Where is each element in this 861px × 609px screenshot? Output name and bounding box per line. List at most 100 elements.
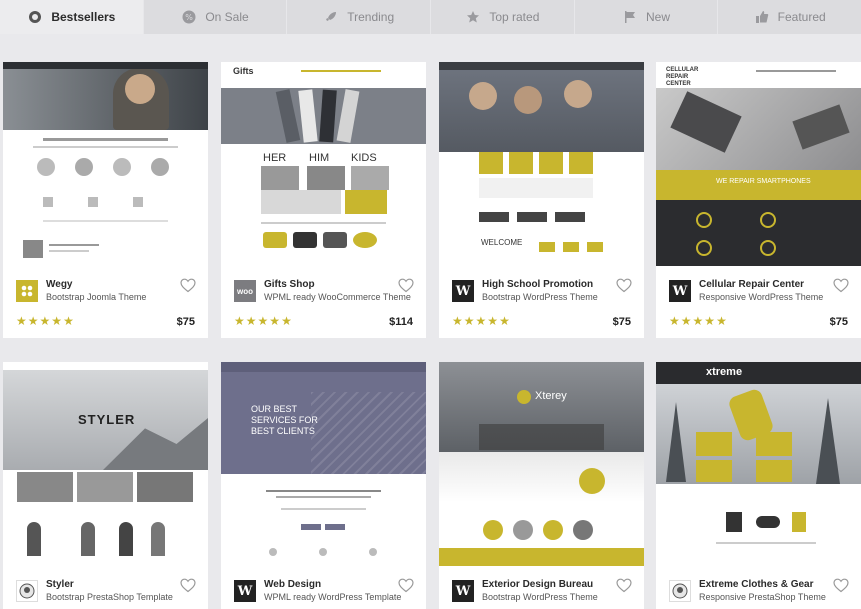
card-subtitle: Responsive PrestaShop Theme [699, 592, 826, 602]
heart-icon[interactable] [616, 578, 632, 594]
heart-icon[interactable] [398, 578, 414, 594]
percent-icon: % [181, 9, 197, 25]
card-title[interactable]: High School Promotion [482, 279, 593, 290]
preview-brand: Xterey [535, 390, 567, 402]
theme-preview[interactable]: STYLER [3, 362, 208, 566]
product-card[interactable]: Gifts HER HIM KIDS woo Gifts Shop WPML r… [221, 62, 426, 338]
card-subtitle: WPML ready WordPress Template [264, 592, 402, 602]
card-title[interactable]: Cellular Repair Center [699, 279, 804, 290]
category-tabs: Bestsellers % On Sale Trending Top rated… [0, 0, 861, 34]
heart-icon[interactable] [180, 578, 196, 594]
star-icon [465, 9, 481, 25]
preview-brand: STYLER [78, 412, 136, 427]
wordpress-icon: W [452, 280, 474, 302]
wordpress-icon: W [669, 280, 691, 302]
joomla-icon [16, 280, 38, 302]
card-title[interactable]: Extreme Clothes & Gear [699, 579, 814, 590]
star-icon: ★ [463, 314, 475, 328]
preview-welcome: WELCOME [481, 238, 523, 247]
theme-preview[interactable]: CELLULAR REPAIR CENTER WE REPAIR SMARTPH… [656, 62, 861, 266]
product-card[interactable]: STYLER Styler Bootstrap PrestaShop Templ… [3, 362, 208, 609]
star-icon: ★ [63, 314, 74, 328]
star-icon: ★ [234, 314, 245, 328]
card-subtitle: Responsive WordPress Theme [699, 292, 824, 302]
card-subtitle: Bootstrap Joomla Theme [46, 292, 147, 302]
woocommerce-icon: woo [234, 280, 256, 302]
preview-him: HIM [309, 152, 330, 164]
tab-on-sale[interactable]: % On Sale [144, 0, 288, 34]
prestashop-icon [16, 580, 38, 602]
card-subtitle: Bootstrap PrestaShop Template [46, 592, 173, 602]
preview-headline: OUR BEST SERVICES FOR BEST CLIENTS [251, 404, 318, 436]
theme-preview[interactable]: xtreme [656, 362, 861, 566]
product-card[interactable]: CELLULAR REPAIR CENTER WE REPAIR SMARTPH… [656, 62, 861, 338]
tab-bestsellers[interactable]: Bestsellers [0, 0, 144, 34]
tab-trending[interactable]: Trending [287, 0, 432, 34]
heart-icon[interactable] [833, 278, 849, 294]
thumbs-up-icon [754, 9, 770, 25]
rating-stars: ★ ★ ★ ★ ★ [452, 315, 510, 327]
theme-preview[interactable]: WELCOME [439, 62, 644, 266]
star-icon: ★ [257, 314, 269, 328]
preview-kids: KIDS [351, 152, 377, 164]
theme-preview[interactable]: Xterey [439, 362, 644, 566]
product-card[interactable]: xtreme Extreme Clothes & Gear Responsive… [656, 362, 861, 609]
flag-icon [622, 9, 638, 25]
star-icon: ★ [704, 314, 716, 328]
star-icon: ★ [281, 314, 292, 328]
price: $75 [829, 316, 848, 328]
svg-text:%: % [186, 13, 194, 22]
preview-brand: xtreme [706, 366, 743, 378]
card-title[interactable]: Wegy [46, 279, 73, 290]
wordpress-icon: W [452, 580, 474, 602]
rating-stars: ★ ★ ★ ★ ★ [16, 315, 74, 327]
product-card[interactable]: Xterey W Exterior Design Bureau Bootstra… [439, 362, 644, 609]
star-icon: ★ [680, 314, 692, 328]
heart-icon[interactable] [180, 278, 196, 294]
rating-stars: ★ ★ ★ ★ ★ [234, 315, 292, 327]
wordpress-icon: W [234, 580, 256, 602]
preview-brand: Gifts [233, 66, 254, 76]
tab-label: Trending [347, 10, 395, 24]
product-card[interactable]: OUR BEST SERVICES FOR BEST CLIENTS W Web… [221, 362, 426, 609]
tab-top-rated[interactable]: Top rated [431, 0, 575, 34]
star-icon: ★ [452, 314, 463, 328]
star-icon: ★ [27, 314, 39, 328]
tab-new[interactable]: New [575, 0, 719, 34]
heart-icon[interactable] [833, 578, 849, 594]
preview-tagline: WE REPAIR SMARTPHONES [716, 178, 811, 185]
theme-preview[interactable]: Gifts HER HIM KIDS [221, 62, 426, 266]
star-icon: ★ [692, 314, 704, 328]
price: $75 [612, 316, 631, 328]
rating-stars: ★ ★ ★ ★ ★ [669, 315, 727, 327]
theme-preview[interactable]: OUR BEST SERVICES FOR BEST CLIENTS [221, 362, 426, 566]
star-icon: ★ [669, 314, 680, 328]
card-subtitle: Bootstrap WordPress Theme [482, 292, 598, 302]
product-card[interactable]: Wegy Bootstrap Joomla Theme ★ ★ ★ ★ ★ $75 [3, 62, 208, 338]
badge-icon [27, 9, 43, 25]
card-subtitle: WPML ready WooCommerce Theme [264, 292, 411, 302]
heart-icon[interactable] [616, 278, 632, 294]
card-subtitle: Bootstrap WordPress Theme [482, 592, 598, 602]
rocket-icon [323, 9, 339, 25]
star-icon: ★ [487, 314, 499, 328]
card-title[interactable]: Styler [46, 579, 74, 590]
star-icon: ★ [245, 314, 257, 328]
tab-featured[interactable]: Featured [718, 0, 861, 34]
tab-label: New [646, 10, 671, 24]
card-title[interactable]: Exterior Design Bureau [482, 579, 593, 590]
theme-preview[interactable] [3, 62, 208, 266]
tab-label: On Sale [205, 10, 249, 24]
product-card[interactable]: WELCOME W High School Promotion Bootstra… [439, 62, 644, 338]
price: $75 [176, 316, 195, 328]
star-icon: ★ [269, 314, 281, 328]
prestashop-icon [669, 580, 691, 602]
tab-label: Top rated [489, 10, 540, 24]
star-icon: ★ [51, 314, 63, 328]
card-title[interactable]: Gifts Shop [264, 279, 315, 290]
star-icon: ★ [716, 314, 727, 328]
card-title[interactable]: Web Design [264, 579, 321, 590]
star-icon: ★ [16, 314, 27, 328]
preview-her: HER [263, 152, 287, 164]
heart-icon[interactable] [398, 278, 414, 294]
